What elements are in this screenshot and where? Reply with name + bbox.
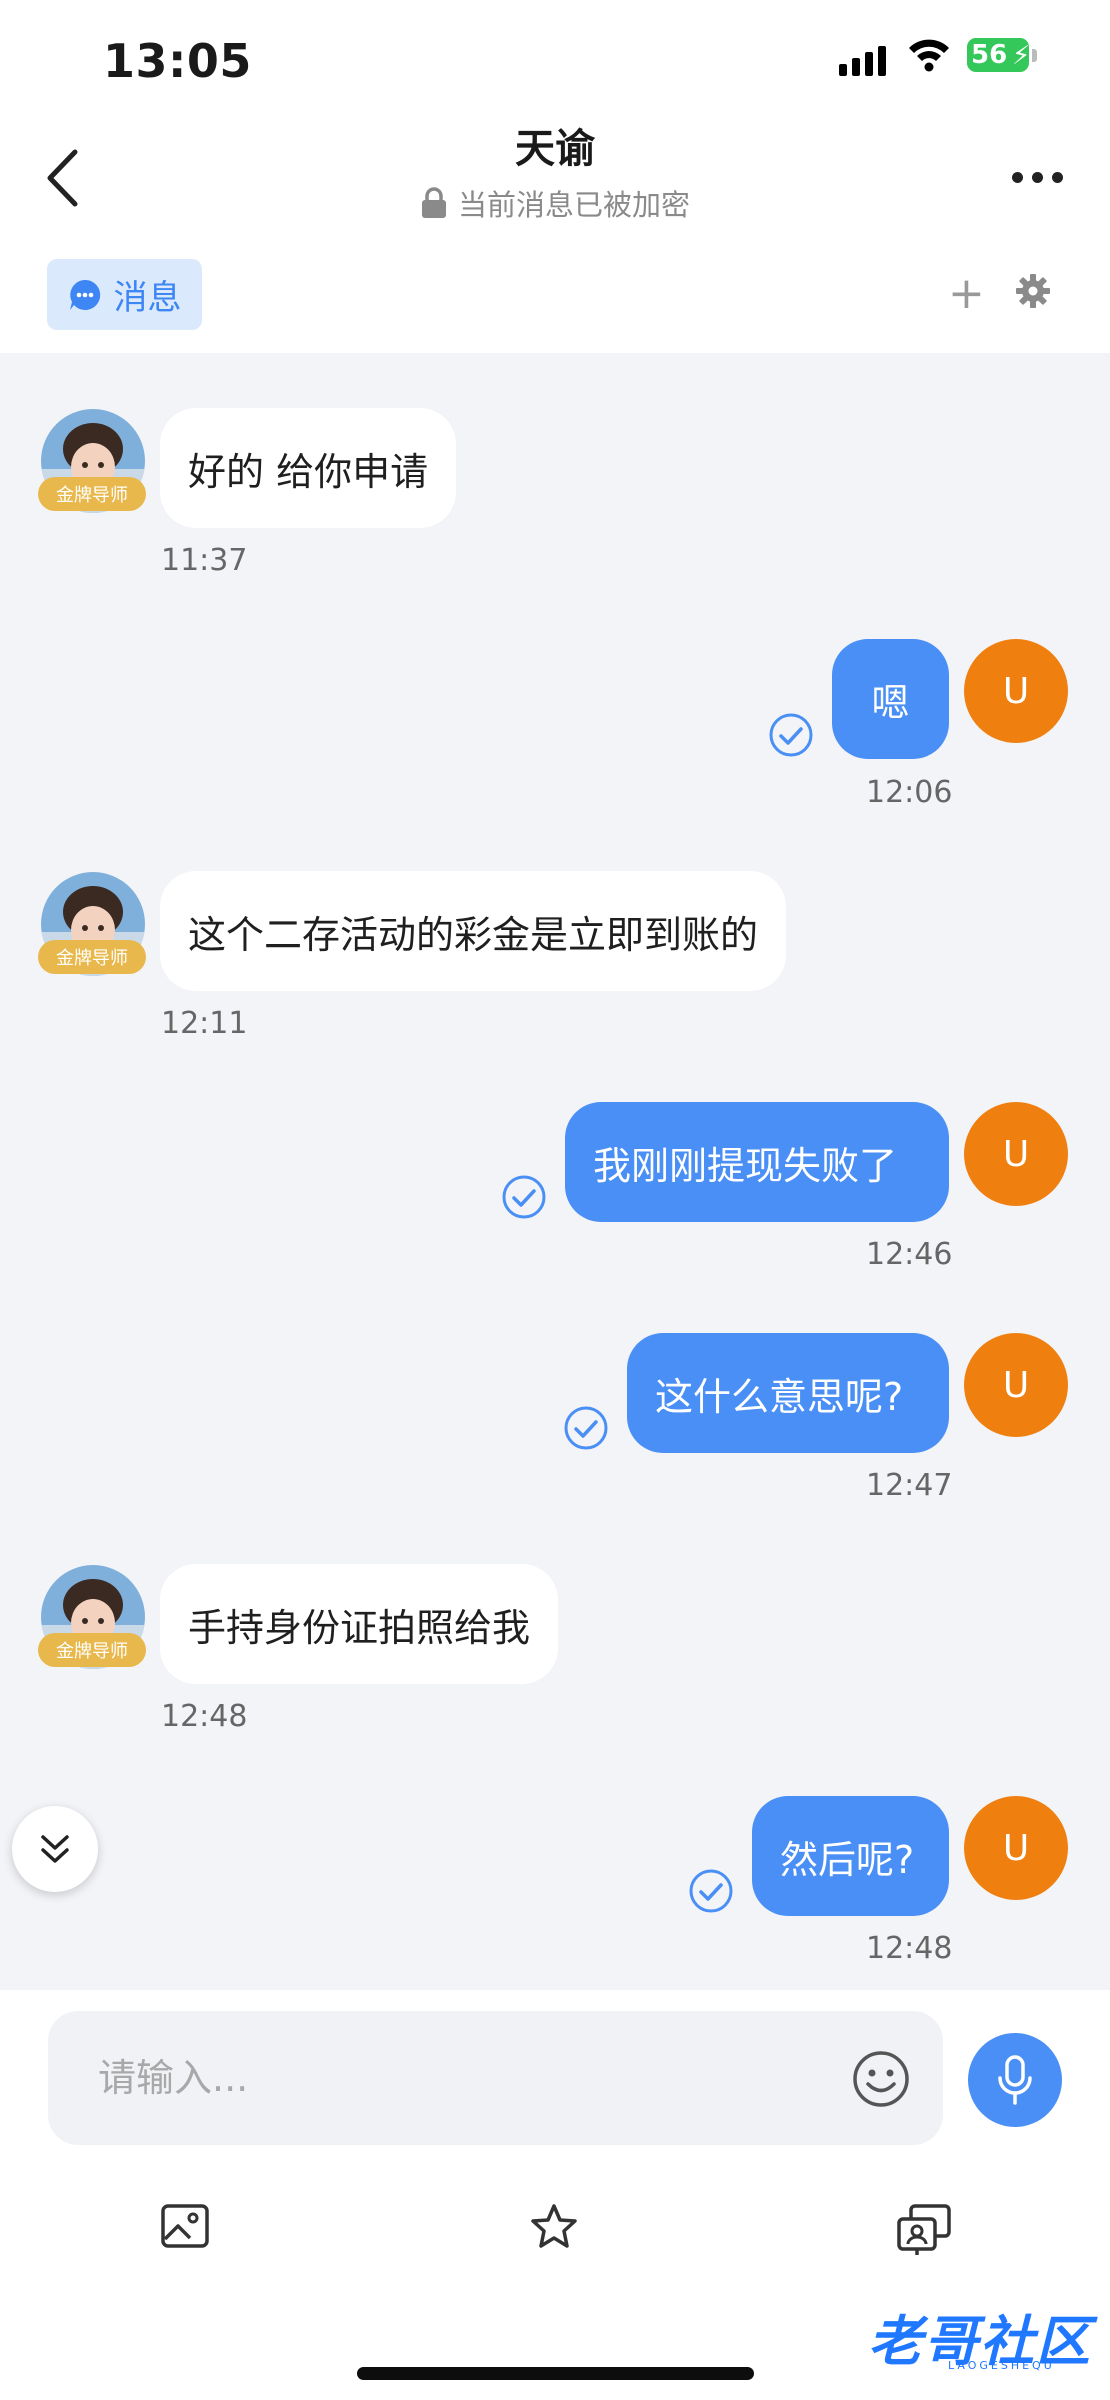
message-input[interactable]	[96, 2049, 860, 2107]
message-time: 12:48	[161, 1699, 248, 1734]
message-bubble-outgoing[interactable]: 然后呢?	[752, 1796, 949, 1916]
message-time: 12:47	[866, 1468, 953, 1503]
voice-input-button[interactable]	[968, 2033, 1062, 2127]
gold-mentor-badge: 金牌导师	[38, 940, 146, 974]
message-bubble-outgoing[interactable]: 这什么意思呢?	[627, 1333, 949, 1453]
message-time: 12:46	[866, 1237, 953, 1272]
scroll-to-bottom-button[interactable]	[12, 1806, 98, 1892]
message-input-box[interactable]	[48, 2011, 943, 2145]
battery-cap	[1032, 49, 1037, 62]
add-icon[interactable]: +	[948, 272, 985, 316]
image-icon	[161, 2204, 209, 2248]
microphone-icon	[998, 2055, 1032, 2105]
encryption-text: 当前消息已被加密	[457, 188, 690, 222]
message-time: 11:37	[161, 543, 248, 578]
smiley-icon	[853, 2051, 909, 2107]
contact-card-button[interactable]	[895, 2203, 953, 2261]
user-avatar[interactable]: U	[964, 1102, 1068, 1206]
wifi-icon	[906, 36, 952, 76]
home-indicator[interactable]	[357, 2367, 754, 2380]
message-time: 12:06	[866, 775, 953, 810]
battery-level: 56	[971, 40, 1008, 70]
status-time: 13:05	[103, 34, 252, 88]
favorite-button[interactable]	[530, 2203, 578, 2253]
read-check-icon	[768, 712, 814, 758]
chat-bubble-icon	[69, 279, 100, 310]
message-bubble-outgoing[interactable]: 嗯	[832, 639, 949, 759]
gold-mentor-badge: 金牌导师	[38, 1633, 146, 1667]
user-avatar[interactable]: U	[964, 1333, 1068, 1437]
message-time: 12:48	[866, 1931, 953, 1966]
double-chevron-down-icon	[41, 1835, 69, 1863]
contact-card-icon	[897, 2204, 951, 2255]
encryption-notice: 当前消息已被加密	[0, 182, 1110, 224]
message-bubble-incoming[interactable]: 手持身份证拍照给我	[160, 1564, 559, 1684]
gear-icon[interactable]	[1016, 274, 1050, 312]
more-options-button[interactable]	[1012, 172, 1063, 183]
emoji-button[interactable]	[852, 2050, 910, 2112]
tab-messages-label: 消息	[113, 278, 182, 318]
tab-messages[interactable]: 消息	[47, 259, 202, 330]
message-bubble-incoming[interactable]: 这个二存活动的彩金是立即到账的	[160, 871, 787, 991]
charging-bolt-icon: ⚡	[1012, 41, 1031, 71]
star-icon	[531, 2204, 577, 2248]
message-bubble-incoming[interactable]: 好的 给你申请	[160, 408, 457, 528]
message-bubble-outgoing[interactable]: 我刚刚提现失败了	[565, 1102, 949, 1222]
message-time: 12:11	[161, 1006, 248, 1041]
read-check-icon	[501, 1174, 547, 1220]
user-avatar[interactable]: U	[964, 1796, 1068, 1900]
watermark-subtext: LAOGESHEQU	[948, 2359, 1055, 2372]
image-picker-button[interactable]	[160, 2203, 210, 2253]
chat-title: 天谕	[515, 126, 595, 172]
read-check-icon	[688, 1868, 734, 1914]
gold-mentor-badge: 金牌导师	[38, 477, 146, 511]
lock-icon	[421, 187, 446, 218]
read-check-icon	[563, 1405, 609, 1451]
user-avatar[interactable]: U	[964, 639, 1068, 743]
cellular-signal-icon	[839, 44, 886, 76]
